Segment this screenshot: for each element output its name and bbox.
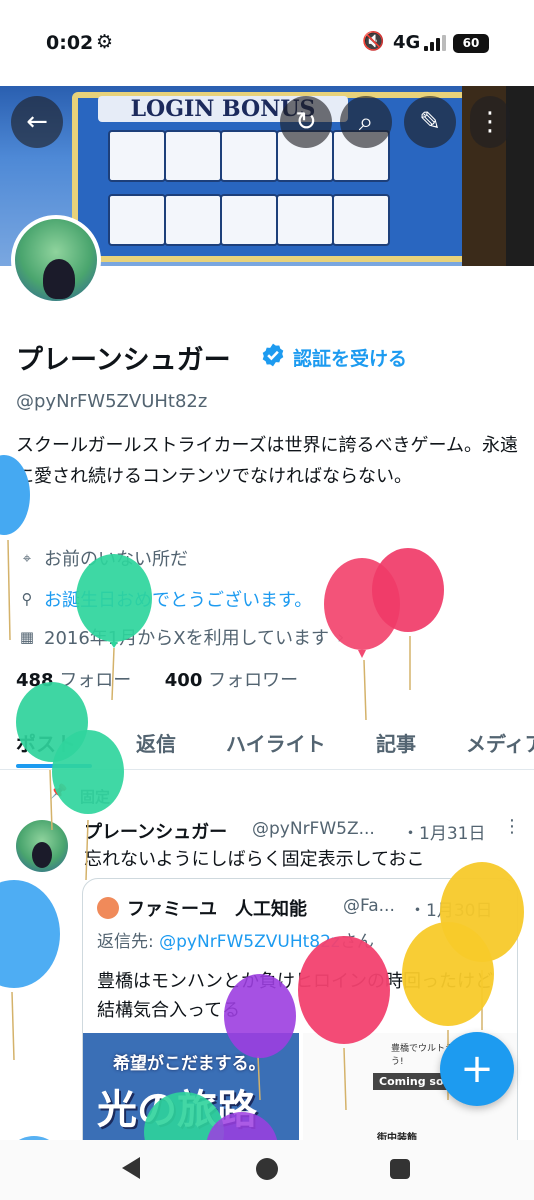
edit-button[interactable]: ✎: [404, 96, 456, 148]
reply-prefix: 返信先:: [97, 932, 160, 952]
get-verified-link[interactable]: 認証を受ける: [293, 344, 407, 371]
post-text: 忘れないようにしばらく固定表示しておこ: [84, 849, 425, 870]
image1-tagline: 希望がこだまする。: [113, 1054, 266, 1074]
post-date: ・1月31日: [402, 824, 486, 844]
pinned-label: 固定: [80, 788, 111, 806]
search-button[interactable]: ⌕: [340, 96, 392, 148]
quote-date: ・1月30日: [409, 901, 493, 921]
nav-back-icon[interactable]: [122, 1157, 140, 1179]
verified-badge-icon: [262, 343, 284, 367]
profile-handle: @pyNrFW5ZVUHt82z: [16, 391, 208, 412]
tab-media[interactable]: メディア: [466, 728, 534, 757]
banner-tile: [220, 130, 278, 182]
reply-handle[interactable]: @pyNrFW5ZVUHt82z: [159, 932, 340, 952]
tab-articles[interactable]: 記事: [376, 728, 416, 757]
link-bulb-icon: ⚲: [21, 590, 33, 608]
following-link[interactable]: 488 フォロー: [16, 670, 131, 691]
banner-tile: [164, 130, 222, 182]
post-more-icon[interactable]: ⋮: [503, 816, 521, 837]
quote-handle: @Fa...: [343, 896, 395, 916]
status-bar: 0:02 ⚙ 🔇 4G 60: [0, 0, 534, 86]
location-pin-icon: ⌖: [22, 549, 32, 567]
profile-location: ⌖ お前のいない所だ: [16, 545, 188, 571]
followers-label: フォロワー: [208, 670, 299, 691]
profile-joined[interactable]: ▦ 2016年1月からXを利用しています ›: [16, 624, 344, 650]
post-author[interactable]: プレーンシュガー: [84, 818, 227, 844]
banner-tile: [276, 194, 334, 246]
profile-name: プレーンシュガー: [16, 345, 231, 376]
balloon-pink: [372, 548, 444, 690]
quote-author: ファミーユ 人工知能: [127, 899, 307, 920]
back-button[interactable]: ←: [11, 96, 63, 148]
quoted-post[interactable]: ファミーユ 人工知能 @Fa... ・1月30日 返信先: @pyNrFW5ZV…: [82, 878, 518, 1178]
calendar-icon: ▦: [19, 628, 35, 646]
balloon-blue: [0, 880, 60, 1061]
website-link[interactable]: お誕生日おめでとうございます。: [44, 586, 312, 612]
mute-icon: 🔇: [362, 31, 385, 52]
more-options-button[interactable]: ⋮: [470, 96, 510, 148]
restore-icon[interactable]: ↻: [280, 96, 332, 148]
followers-count: 400: [164, 670, 203, 691]
profile-tabs: ポスト 返信 ハイライト 記事 メディア: [0, 712, 534, 770]
image1-title: 光の旅路: [97, 1086, 257, 1133]
following-count: 488: [16, 670, 54, 691]
post-avatar[interactable]: [16, 820, 68, 872]
post-handle: @pyNrFW5Z...: [252, 819, 375, 839]
compose-post-button[interactable]: +: [440, 1032, 514, 1106]
profile-avatar[interactable]: [11, 215, 101, 305]
banner-tile: [108, 194, 166, 246]
chevron-right-icon: ›: [337, 626, 345, 648]
quote-text: 豊橋はモンハンとか負けヒロインの時回ったけど結構気合入ってる: [97, 971, 493, 1021]
system-nav-bar: [0, 1140, 534, 1200]
settings-gear-icon: ⚙: [96, 31, 114, 53]
pin-icon: 📌: [50, 784, 68, 800]
banner-tile: [332, 194, 390, 246]
followers-link[interactable]: 400 フォロワー: [165, 670, 298, 691]
tab-posts[interactable]: ポスト: [16, 728, 76, 757]
profile-bio: スクールガールストライカーズは世界に誇るべきゲーム。永遠に愛され続けるコンテンツ…: [16, 435, 519, 487]
active-tab-indicator: [16, 764, 92, 768]
joined-text: 2016年1月からXを利用しています: [44, 628, 330, 649]
signal-icon: [424, 35, 446, 51]
nav-home-icon[interactable]: [256, 1158, 278, 1180]
quote-avatar: [97, 897, 119, 919]
following-label: フォロー: [59, 670, 132, 691]
reply-suffix: さん: [339, 932, 374, 952]
tab-replies[interactable]: 返信: [136, 728, 176, 757]
banner-tile: [164, 194, 222, 246]
nav-recents-icon[interactable]: [390, 1159, 410, 1179]
banner-side-tab: [506, 86, 534, 266]
tab-highlights[interactable]: ハイライト: [226, 728, 326, 757]
banner-tile: [108, 130, 166, 182]
follow-stats: 488 フォロー 400 フォロワー: [16, 666, 298, 692]
battery-icon: 60: [453, 34, 489, 53]
network-label: 4G: [393, 32, 421, 53]
quote-reply-to: 返信先: @pyNrFW5ZVUHt82zさん: [97, 927, 374, 952]
profile-website[interactable]: ⚲ お誕生日おめでとうございます。: [16, 586, 313, 612]
location-text: お前のいない所だ: [44, 549, 188, 570]
status-time: 0:02: [46, 32, 94, 54]
banner-tile: [220, 194, 278, 246]
